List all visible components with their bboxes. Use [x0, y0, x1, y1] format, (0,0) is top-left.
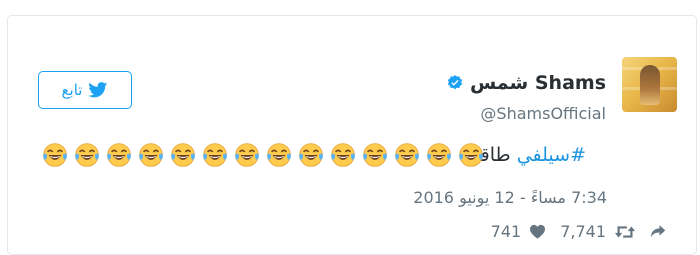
face-with-tears-of-joy-emoji	[459, 143, 483, 167]
account-handle[interactable]: @ShamsOfficial	[480, 104, 606, 123]
follow-button[interactable]: تابع	[38, 71, 132, 109]
face-with-tears-of-joy-emoji	[235, 143, 259, 167]
avatar[interactable]	[622, 57, 677, 112]
hashtag-link[interactable]: #سيلفي	[517, 144, 586, 166]
retweet-icon	[614, 225, 636, 238]
tweet-actions: 7,741 741	[491, 222, 668, 241]
account-name-row[interactable]: Shams شمس	[446, 72, 606, 94]
tweet-text: #سيلفي طاقة	[470, 144, 586, 166]
face-with-tears-of-joy-emoji	[267, 143, 291, 167]
face-with-tears-of-joy-emoji	[427, 143, 451, 167]
tweet-card: Shams شمس @ShamsOfficial تابع #سيلفي طاق…	[7, 15, 697, 255]
face-with-tears-of-joy-emoji	[107, 143, 131, 167]
like-count: 741	[490, 222, 522, 241]
like-button[interactable]: 741	[491, 222, 547, 241]
reply-icon	[650, 224, 666, 237]
verified-badge-icon	[447, 75, 463, 90]
tweet-timestamp[interactable]: 7:34 مساءً - 12 يونيو 2016	[413, 188, 607, 207]
display-name[interactable]: Shams شمس	[470, 72, 606, 94]
face-with-tears-of-joy-emoji	[363, 143, 387, 167]
face-with-tears-of-joy-emoji	[43, 143, 67, 167]
face-with-tears-of-joy-emoji	[75, 143, 99, 167]
face-with-tears-of-joy-emoji	[299, 143, 323, 167]
reply-button[interactable]	[650, 224, 668, 240]
face-with-tears-of-joy-emoji	[203, 143, 227, 167]
face-with-tears-of-joy-emoji	[139, 143, 163, 167]
emoji-row	[42, 142, 484, 168]
face-with-tears-of-joy-emoji	[171, 143, 195, 167]
face-with-tears-of-joy-emoji	[395, 143, 419, 167]
heart-icon	[530, 224, 546, 239]
twitter-bird-icon	[88, 82, 108, 98]
face-with-tears-of-joy-emoji	[331, 143, 355, 167]
retweet-count: 7,741	[560, 222, 606, 241]
retweet-button[interactable]: 7,741	[560, 222, 636, 241]
follow-button-label: تابع	[61, 81, 83, 99]
